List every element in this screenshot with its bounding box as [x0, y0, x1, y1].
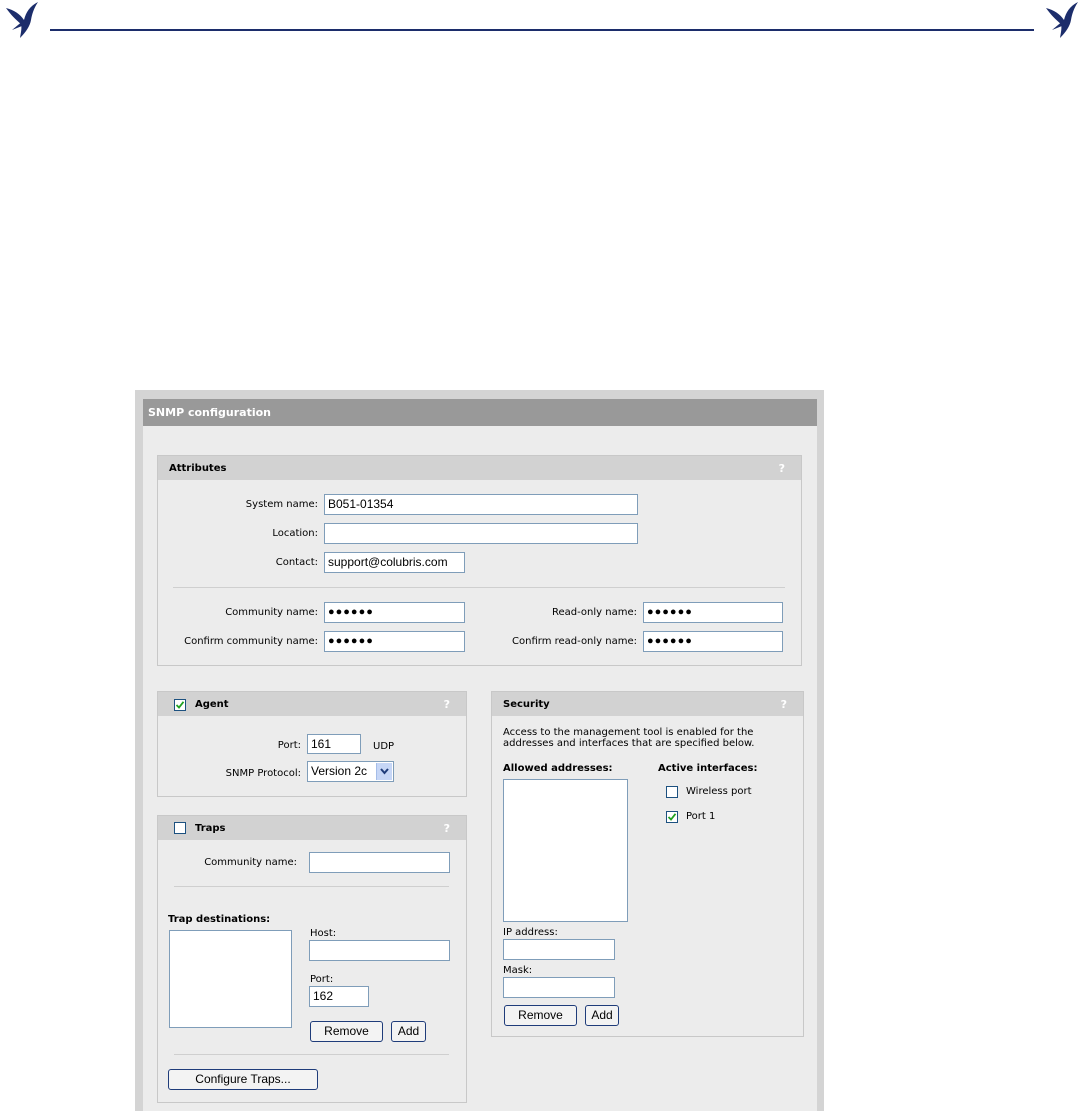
checkmark-icon	[667, 813, 677, 821]
traps-community-label: Community name:	[204, 857, 297, 868]
traps-enable-checkbox[interactable]	[174, 822, 186, 834]
agent-title: Agent	[195, 699, 229, 710]
trap-add-button[interactable]: Add	[391, 1021, 426, 1042]
security-description: Access to the management tool is enabled…	[503, 727, 755, 749]
snmp-protocol-select[interactable]: Version 2c	[307, 761, 394, 782]
community-name-label: Community name:	[225, 607, 318, 618]
configure-traps-button[interactable]: Configure Traps...	[168, 1069, 318, 1090]
help-icon[interactable]: ?	[444, 816, 450, 842]
trap-port-label: Port:	[310, 974, 334, 985]
mask-label: Mask:	[503, 965, 533, 976]
agent-header: Agent ?	[158, 692, 466, 716]
system-name-input[interactable]: B051-01354	[324, 494, 638, 515]
allowed-addresses-label: Allowed addresses:	[503, 763, 613, 774]
confirm-community-input[interactable]: ●●●●●●	[324, 631, 465, 652]
trap-host-label: Host:	[310, 928, 337, 939]
hummingbird-logo-icon	[4, 0, 44, 40]
checkmark-icon	[175, 701, 185, 709]
location-label: Location:	[272, 528, 318, 539]
contact-input[interactable]: support@colubris.com	[324, 552, 465, 573]
divider	[173, 587, 785, 588]
location-input[interactable]	[324, 523, 638, 544]
confirm-community-label: Confirm community name:	[184, 636, 318, 647]
ip-address-input[interactable]	[503, 939, 615, 960]
agent-port-input[interactable]: 161	[307, 734, 361, 754]
hummingbird-logo-icon	[1044, 0, 1084, 40]
wireless-port-label: Wireless port	[686, 786, 752, 797]
security-header: Security ?	[492, 692, 803, 716]
divider	[174, 886, 449, 887]
divider	[174, 1054, 449, 1055]
help-icon[interactable]: ?	[444, 692, 450, 718]
security-title: Security	[503, 699, 550, 710]
header-rule	[50, 29, 1034, 31]
contact-label: Contact:	[275, 557, 318, 568]
help-icon[interactable]: ?	[781, 692, 787, 718]
attributes-title: Attributes	[169, 463, 227, 474]
community-name-input[interactable]: ●●●●●●	[324, 602, 465, 623]
help-icon[interactable]: ?	[779, 456, 785, 482]
snmp-protocol-value: Version 2c	[311, 764, 368, 778]
confirm-readonly-label: Confirm read-only name:	[512, 636, 637, 647]
trap-destinations-label: Trap destinations:	[168, 914, 271, 925]
trap-destinations-list[interactable]	[169, 930, 292, 1028]
port-1-label: Port 1	[686, 811, 716, 822]
confirm-readonly-input[interactable]: ●●●●●●	[643, 631, 783, 652]
agent-port-unit: UDP	[373, 741, 395, 752]
chevron-down-icon[interactable]	[376, 763, 392, 780]
traps-header: Traps ?	[158, 816, 466, 840]
trap-host-input[interactable]	[309, 940, 450, 961]
system-name-label: System name:	[245, 499, 318, 510]
port-1-checkbox[interactable]	[666, 811, 678, 823]
agent-port-label: Port:	[277, 740, 301, 751]
active-interfaces-label: Active interfaces:	[658, 763, 758, 774]
agent-enable-checkbox[interactable]	[174, 699, 186, 711]
trap-port-input[interactable]: 162	[309, 986, 369, 1007]
security-remove-button[interactable]: Remove	[504, 1005, 577, 1026]
readonly-name-input[interactable]: ●●●●●●	[643, 602, 783, 623]
traps-community-input[interactable]	[309, 852, 450, 873]
trap-remove-button[interactable]: Remove	[310, 1021, 383, 1042]
traps-title: Traps	[195, 823, 226, 834]
ip-address-label: IP address:	[503, 927, 558, 938]
attributes-header: Attributes ?	[158, 456, 801, 480]
allowed-addresses-list[interactable]	[503, 779, 628, 922]
wireless-port-checkbox[interactable]	[666, 786, 678, 798]
snmp-protocol-label: SNMP Protocol:	[225, 768, 301, 779]
panel-title: SNMP configuration	[143, 399, 817, 426]
security-add-button[interactable]: Add	[585, 1005, 619, 1026]
mask-input[interactable]	[503, 977, 615, 998]
readonly-name-label: Read-only name:	[552, 607, 637, 618]
